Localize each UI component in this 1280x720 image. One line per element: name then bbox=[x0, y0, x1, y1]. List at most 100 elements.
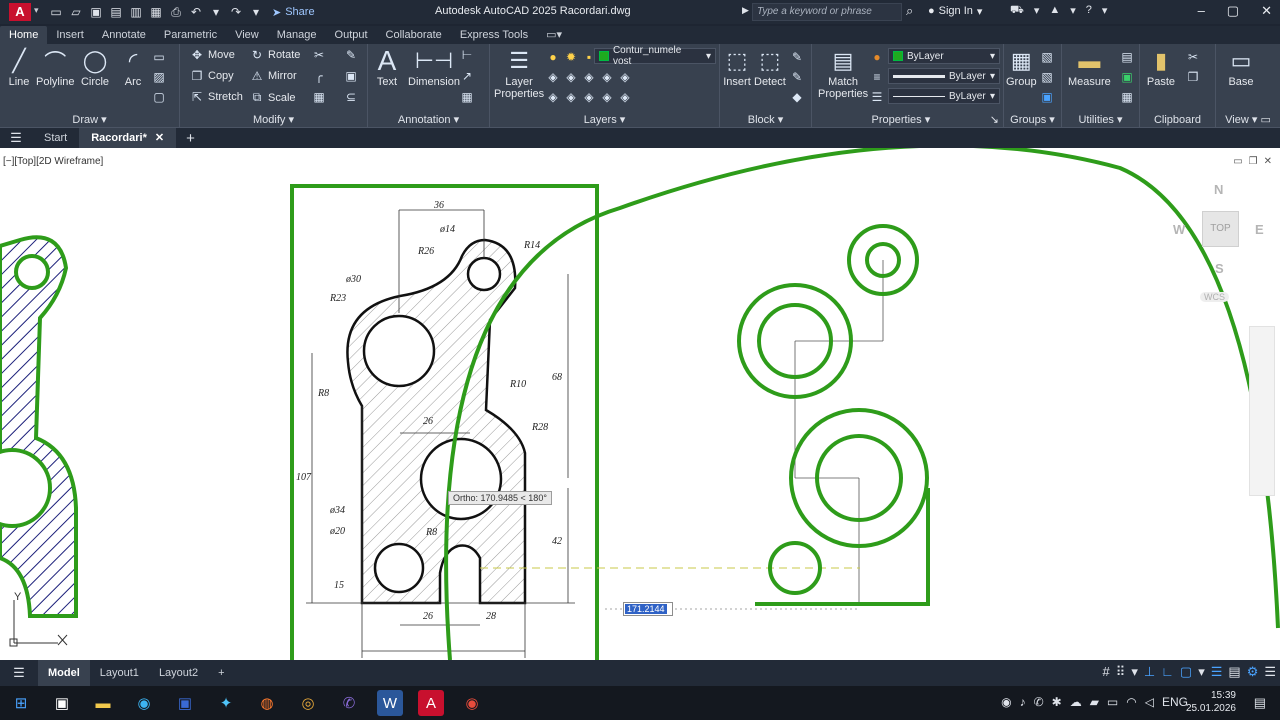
draw-panel-title[interactable]: Draw ▾ bbox=[0, 113, 179, 126]
layers-panel-title[interactable]: Layers ▾ bbox=[490, 113, 719, 126]
block-attr-tool[interactable]: ◆ bbox=[790, 90, 804, 104]
word-icon[interactable]: W bbox=[377, 690, 403, 716]
block-create-tool[interactable]: ✎ bbox=[790, 50, 804, 64]
vp-minimize-icon[interactable]: ▭ bbox=[1233, 156, 1242, 167]
undo-icon[interactable]: ↶ bbox=[188, 4, 204, 20]
chrome-icon[interactable]: ◎ bbox=[295, 690, 321, 716]
drawing-canvas[interactable]: Y 36 ø14 R14 R26 ø30 R23 R8 R10 R28 26 6… bbox=[0, 148, 1280, 660]
arc-button[interactable]: ◜ Arc bbox=[118, 46, 148, 88]
lineweight-toggle-icon[interactable]: ☰ bbox=[1211, 664, 1223, 680]
select-all-tool[interactable]: ▣ bbox=[1120, 70, 1134, 84]
explode-button[interactable]: ▣ bbox=[344, 69, 358, 83]
tab-model[interactable]: Model bbox=[38, 660, 90, 686]
groups-panel-title[interactable]: Groups ▾ bbox=[1004, 113, 1061, 126]
search-input[interactable]: Type a keyword or phrase bbox=[752, 3, 902, 21]
group-select-tool[interactable]: ▣ bbox=[1040, 90, 1054, 104]
detect-button[interactable]: ⬚ Detect bbox=[754, 46, 786, 88]
move-button[interactable]: ✥ Move bbox=[190, 48, 235, 62]
snap-icon[interactable]: ⠿ bbox=[1116, 664, 1126, 680]
hatch-tool[interactable]: ▨ bbox=[152, 70, 166, 84]
speaker-icon[interactable]: ◁ bbox=[1145, 695, 1154, 709]
vp-restore-icon[interactable]: ❐ bbox=[1249, 156, 1258, 167]
modify-panel-title[interactable]: Modify ▾ bbox=[180, 113, 367, 126]
left-part[interactable] bbox=[0, 235, 78, 618]
erase-button[interactable]: ✎ bbox=[344, 48, 358, 62]
tab-racordari[interactable]: Racordari* ✕ bbox=[79, 128, 177, 148]
ungroup-tool[interactable]: ▧ bbox=[1040, 50, 1054, 64]
add-layout-icon[interactable]: + bbox=[208, 660, 234, 686]
search-icon[interactable]: ⌕ bbox=[906, 3, 913, 19]
linetype-dropdown[interactable]: ByLayer ▾ bbox=[888, 88, 1000, 104]
viewcube-top[interactable]: TOP bbox=[1202, 211, 1239, 247]
copy-button[interactable]: ❐ Copy bbox=[190, 69, 234, 83]
tab-annotate[interactable]: Annotate bbox=[93, 26, 155, 44]
tray-cloud-icon[interactable]: ☁ bbox=[1070, 695, 1082, 709]
tray-bluetooth-icon[interactable]: ✱ bbox=[1052, 695, 1062, 709]
group-edit-tool[interactable]: ▧ bbox=[1040, 70, 1054, 84]
tray-shield-icon[interactable]: ▰ bbox=[1090, 695, 1099, 709]
volume-icon[interactable]: ♪ bbox=[1020, 695, 1026, 709]
autocad-taskbar-icon[interactable]: A bbox=[418, 690, 444, 716]
scale-button[interactable]: ⧉ Scale bbox=[250, 90, 296, 105]
view-panel-title[interactable]: View ▾ ▭ bbox=[1216, 113, 1280, 126]
customize-icon[interactable]: ☰ bbox=[1264, 664, 1276, 680]
open-web-icon[interactable]: ▥ bbox=[128, 4, 144, 20]
cart-icon[interactable]: ⛟ bbox=[1010, 4, 1024, 18]
help-caret-icon[interactable]: ▾ bbox=[1102, 4, 1108, 18]
boundary-tool[interactable]: ▢ bbox=[152, 90, 166, 104]
clock[interactable]: 15:39 25.01.2026 bbox=[1186, 689, 1236, 715]
redo-icon[interactable]: ↷ bbox=[228, 4, 244, 20]
app-caret-icon[interactable]: ▾ bbox=[1070, 4, 1076, 18]
transparency-icon[interactable]: ▤ bbox=[1228, 664, 1240, 680]
mirror-button[interactable]: ⚠ Mirror bbox=[250, 69, 297, 83]
new-file-icon[interactable]: ▭ bbox=[48, 4, 64, 20]
battery-icon[interactable]: ▭ bbox=[1107, 695, 1118, 709]
share-button[interactable]: ➤ Share bbox=[272, 6, 315, 19]
viewcube-north[interactable]: N bbox=[1214, 182, 1223, 197]
autocad-logo[interactable]: A bbox=[9, 3, 31, 21]
tab-layout2[interactable]: Layout2 bbox=[149, 660, 208, 686]
tab-output[interactable]: Output bbox=[326, 26, 377, 44]
circle-button[interactable]: ◯ Circle bbox=[80, 46, 110, 88]
lineweight-dropdown[interactable]: ByLayer ▾ bbox=[888, 68, 1000, 84]
layer-dropdown[interactable]: Contur_numele vost ▾ bbox=[594, 45, 716, 67]
save-app-icon[interactable]: ▣ bbox=[172, 690, 198, 716]
firefox-icon[interactable]: ◍ bbox=[254, 690, 280, 716]
edge-icon[interactable]: ◉ bbox=[131, 690, 157, 716]
tab-parametric[interactable]: Parametric bbox=[155, 26, 226, 44]
new-tab-icon[interactable]: + bbox=[176, 130, 205, 147]
clipboard-panel-title[interactable]: Clipboard bbox=[1140, 114, 1215, 126]
viber-tray-icon[interactable]: ✆ bbox=[1034, 695, 1044, 709]
snap-caret-icon[interactable]: ▾ bbox=[1131, 664, 1138, 680]
viewcube-east[interactable]: E bbox=[1255, 222, 1264, 237]
undo-dropdown-icon[interactable]: ▾ bbox=[208, 4, 224, 20]
navigation-bar[interactable] bbox=[1249, 326, 1275, 496]
block-panel-title[interactable]: Block ▾ bbox=[720, 113, 811, 126]
calculator-tool[interactable]: ▦ bbox=[1120, 90, 1134, 104]
tab-view[interactable]: View bbox=[226, 26, 268, 44]
task-view-icon[interactable]: ▣ bbox=[49, 690, 75, 716]
tab-layout1[interactable]: Layout1 bbox=[90, 660, 149, 686]
close-tab-icon[interactable]: ✕ bbox=[155, 128, 164, 148]
viewcube-south[interactable]: S bbox=[1215, 261, 1224, 276]
cart-caret-icon[interactable]: ▾ bbox=[1034, 4, 1040, 18]
vp-close-icon[interactable]: ✕ bbox=[1264, 156, 1272, 167]
tab-manage[interactable]: Manage bbox=[268, 26, 326, 44]
base-button[interactable]: ▭ Base bbox=[1226, 46, 1256, 88]
paste-button[interactable]: ▮ Paste bbox=[1146, 46, 1176, 88]
ortho-icon[interactable]: ⊥ bbox=[1144, 664, 1155, 680]
minimize-icon[interactable]: – bbox=[1198, 3, 1205, 19]
trim-button[interactable]: ✂ bbox=[312, 48, 326, 62]
layer-tools-row-1[interactable]: ◈ ◈ ◈ ◈ ◈ bbox=[546, 70, 632, 84]
stretch-button[interactable]: ⇱ Stretch bbox=[190, 90, 243, 104]
color-picker-icon[interactable]: ● bbox=[870, 50, 884, 64]
app-menu-caret-icon[interactable]: ▾ bbox=[34, 5, 39, 16]
viewport-controls-label[interactable]: [−][Top][2D Wireframe] bbox=[3, 156, 103, 167]
save-web-icon[interactable]: ▦ bbox=[148, 4, 164, 20]
text-button[interactable]: A Text bbox=[372, 45, 402, 88]
file-explorer-icon[interactable]: ▬ bbox=[90, 690, 116, 716]
file-tabs-menu-icon[interactable]: ☰ bbox=[0, 130, 32, 146]
leader-tool[interactable]: ↗ bbox=[460, 69, 474, 83]
dynamic-input-field[interactable]: 171.2144 bbox=[623, 602, 673, 616]
plot-icon[interactable]: ⎙ bbox=[168, 4, 184, 20]
